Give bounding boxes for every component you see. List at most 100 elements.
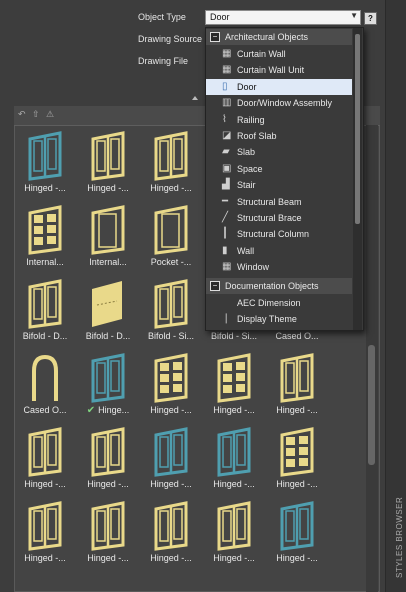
- style-tile-label: Hinged -...: [276, 405, 318, 415]
- style-tile-label: Hinged -...: [213, 405, 255, 415]
- group-label: Documentation Objects: [225, 280, 319, 291]
- dropdown-item-aec-dimension[interactable]: AEC Dimension: [206, 295, 352, 311]
- slab-icon: ▰: [222, 146, 230, 158]
- dropdown-item-window[interactable]: ▦ Window: [206, 259, 352, 275]
- style-tile[interactable]: Internal...: [14, 199, 76, 269]
- style-tile-label: Bifold - Si...: [210, 331, 257, 341]
- door-thumbnail-icon: [154, 501, 188, 551]
- door-thumbnail-icon: [154, 205, 188, 255]
- door-thumbnail-icon: [217, 353, 251, 403]
- object-type-select[interactable]: Door ▼: [205, 10, 361, 25]
- style-tile-label: Hinged -...: [87, 183, 129, 193]
- group-documentation-objects[interactable]: − Documentation Objects: [206, 277, 352, 294]
- dropdown-item-curtain-wall[interactable]: ▦ Curtain Wall: [206, 46, 352, 62]
- object-type-value: Door: [210, 12, 230, 22]
- collapse-icon[interactable]: −: [210, 32, 220, 42]
- style-tile[interactable]: Hinged -...: [14, 495, 76, 565]
- style-tile-label: Hinged -...: [150, 553, 192, 563]
- style-tile[interactable]: Hinged -...: [77, 421, 139, 491]
- door-thumbnail-icon: [28, 205, 62, 255]
- dropdown-item-door[interactable]: ▯ Door: [206, 78, 352, 95]
- grid-scrollbar-thumb[interactable]: [368, 345, 375, 465]
- dropdown-item-display-theme[interactable]: ❘ Display Theme: [206, 311, 352, 327]
- style-tile[interactable]: Hinged -...: [203, 421, 265, 491]
- style-tile[interactable]: Hinged -...: [14, 421, 76, 491]
- dropdown-item-slab[interactable]: ▰ Slab: [206, 144, 352, 160]
- structural-brace-icon: ╱: [222, 212, 229, 223]
- style-tile-label: Hinged -...: [150, 183, 192, 193]
- dropdown-item-space[interactable]: ▣ Space: [206, 161, 352, 177]
- railing-icon: ⌇: [222, 113, 227, 125]
- style-tile-label: Hinged -...: [276, 553, 318, 563]
- door-thumbnail-icon: [217, 501, 251, 551]
- style-tile[interactable]: Hinged -...: [140, 495, 202, 565]
- dropdown-item-railing[interactable]: ⌇ Railing: [206, 112, 352, 128]
- style-tile[interactable]: Cased O...: [14, 347, 76, 417]
- style-tile[interactable]: Bifold - D...: [77, 273, 139, 343]
- dropdown-item-label: Structural Beam: [237, 196, 302, 207]
- style-tile-label: Internal...: [26, 257, 64, 267]
- style-tile[interactable]: Hinged -...: [140, 347, 202, 417]
- style-tile-label: Hinged -...: [276, 479, 318, 489]
- style-tile[interactable]: Hinged -...: [266, 347, 328, 417]
- door-thumbnail-icon: [280, 427, 314, 477]
- style-tile[interactable]: Hinged -...: [77, 495, 139, 565]
- dropdown-item-stair[interactable]: ▟ Stair: [206, 177, 352, 193]
- style-tile[interactable]: Hinged -...: [140, 125, 202, 195]
- drawing-source-label: Drawing Source: [138, 34, 203, 44]
- style-tile[interactable]: Bifold - Si...: [140, 273, 202, 343]
- style-tile[interactable]: Pocket -...: [140, 199, 202, 269]
- object-type-dropdown[interactable]: − Architectural Objects ▦ Curtain Wall ▦ Curt…: [205, 27, 364, 331]
- dropdown-item-label: Structural Brace: [237, 213, 302, 223]
- style-tile-label: Bifold - D...: [85, 331, 131, 341]
- door-thumbnail-icon: [28, 501, 62, 551]
- style-tile-label: Hinged -...: [150, 405, 192, 415]
- door-thumbnail-icon: [32, 354, 58, 401]
- style-tile-label: Hinged -...: [150, 479, 192, 489]
- curtain-wall-icon: ▦: [222, 48, 232, 59]
- door-thumbnail-icon: [91, 131, 125, 181]
- dropdown-item-label: Slab: [237, 147, 256, 158]
- dropdown-scrollbar[interactable]: [353, 28, 362, 330]
- style-tile[interactable]: ✔ Hinge...: [77, 347, 139, 417]
- dropdown-item-structural-column[interactable]: ┃ Structural Column: [206, 226, 352, 242]
- dropdown-item-structural-brace[interactable]: ╱ Structural Brace: [206, 210, 352, 226]
- door-thumbnail-icon: [154, 353, 188, 403]
- style-tile[interactable]: Hinged -...: [266, 495, 328, 565]
- help-button[interactable]: ?: [364, 12, 377, 25]
- style-tile[interactable]: Hinged -...: [77, 125, 139, 195]
- group-architectural-objects[interactable]: − Architectural Objects: [206, 29, 352, 45]
- chevron-down-icon[interactable]: ▼: [350, 11, 358, 20]
- styles-browser-tab[interactable]: STYLES BROWSER: [395, 497, 404, 578]
- object-type-label: Object Type: [138, 12, 186, 22]
- roof-slab-icon: ◪: [222, 130, 232, 141]
- style-tile[interactable]: Hinged -...: [203, 495, 265, 565]
- style-tile[interactable]: Internal...: [77, 199, 139, 269]
- style-tile-label: Cased O...: [23, 405, 67, 415]
- collapse-arrow-icon[interactable]: [192, 96, 198, 100]
- style-tile[interactable]: Hinged -...: [14, 125, 76, 195]
- dropdown-item-label: Door: [237, 81, 257, 92]
- dropdown-item-label: Display Theme: [237, 314, 297, 324]
- dropdown-item-curtain-wall-unit[interactable]: ▦ Curtain Wall Unit: [206, 62, 352, 78]
- dropdown-item-door-window-assembly[interactable]: ▥ Door/Window Assembly: [206, 95, 352, 111]
- forward-icon[interactable]: ⇧: [32, 109, 44, 121]
- door-thumbnail-icon: [91, 501, 125, 551]
- grid-scrollbar[interactable]: [366, 125, 378, 592]
- door-thumbnail-icon: [28, 427, 62, 477]
- back-icon[interactable]: ↶: [18, 109, 30, 121]
- dropdown-item-wall[interactable]: ▮ Wall: [206, 243, 352, 259]
- style-tile-label: Pocket -...: [150, 257, 192, 267]
- dropdown-item-roof-slab[interactable]: ◪ Roof Slab: [206, 128, 352, 144]
- style-tile[interactable]: Hinged -...: [140, 421, 202, 491]
- door-thumbnail-icon: [28, 131, 62, 181]
- dropdown-scrollbar-thumb[interactable]: [355, 34, 360, 224]
- warning-icon[interactable]: ⚠: [46, 109, 58, 121]
- style-tile[interactable]: Hinged -...: [203, 347, 265, 417]
- collapse-icon[interactable]: −: [210, 280, 220, 291]
- style-tile[interactable]: Bifold - D...: [14, 273, 76, 343]
- style-tile[interactable]: Hinged -...: [266, 421, 328, 491]
- dropdown-item-label: Roof Slab: [237, 131, 277, 141]
- dropdown-item-structural-beam[interactable]: ━ Structural Beam: [206, 194, 352, 210]
- style-tile-label: Hinged -...: [87, 479, 129, 489]
